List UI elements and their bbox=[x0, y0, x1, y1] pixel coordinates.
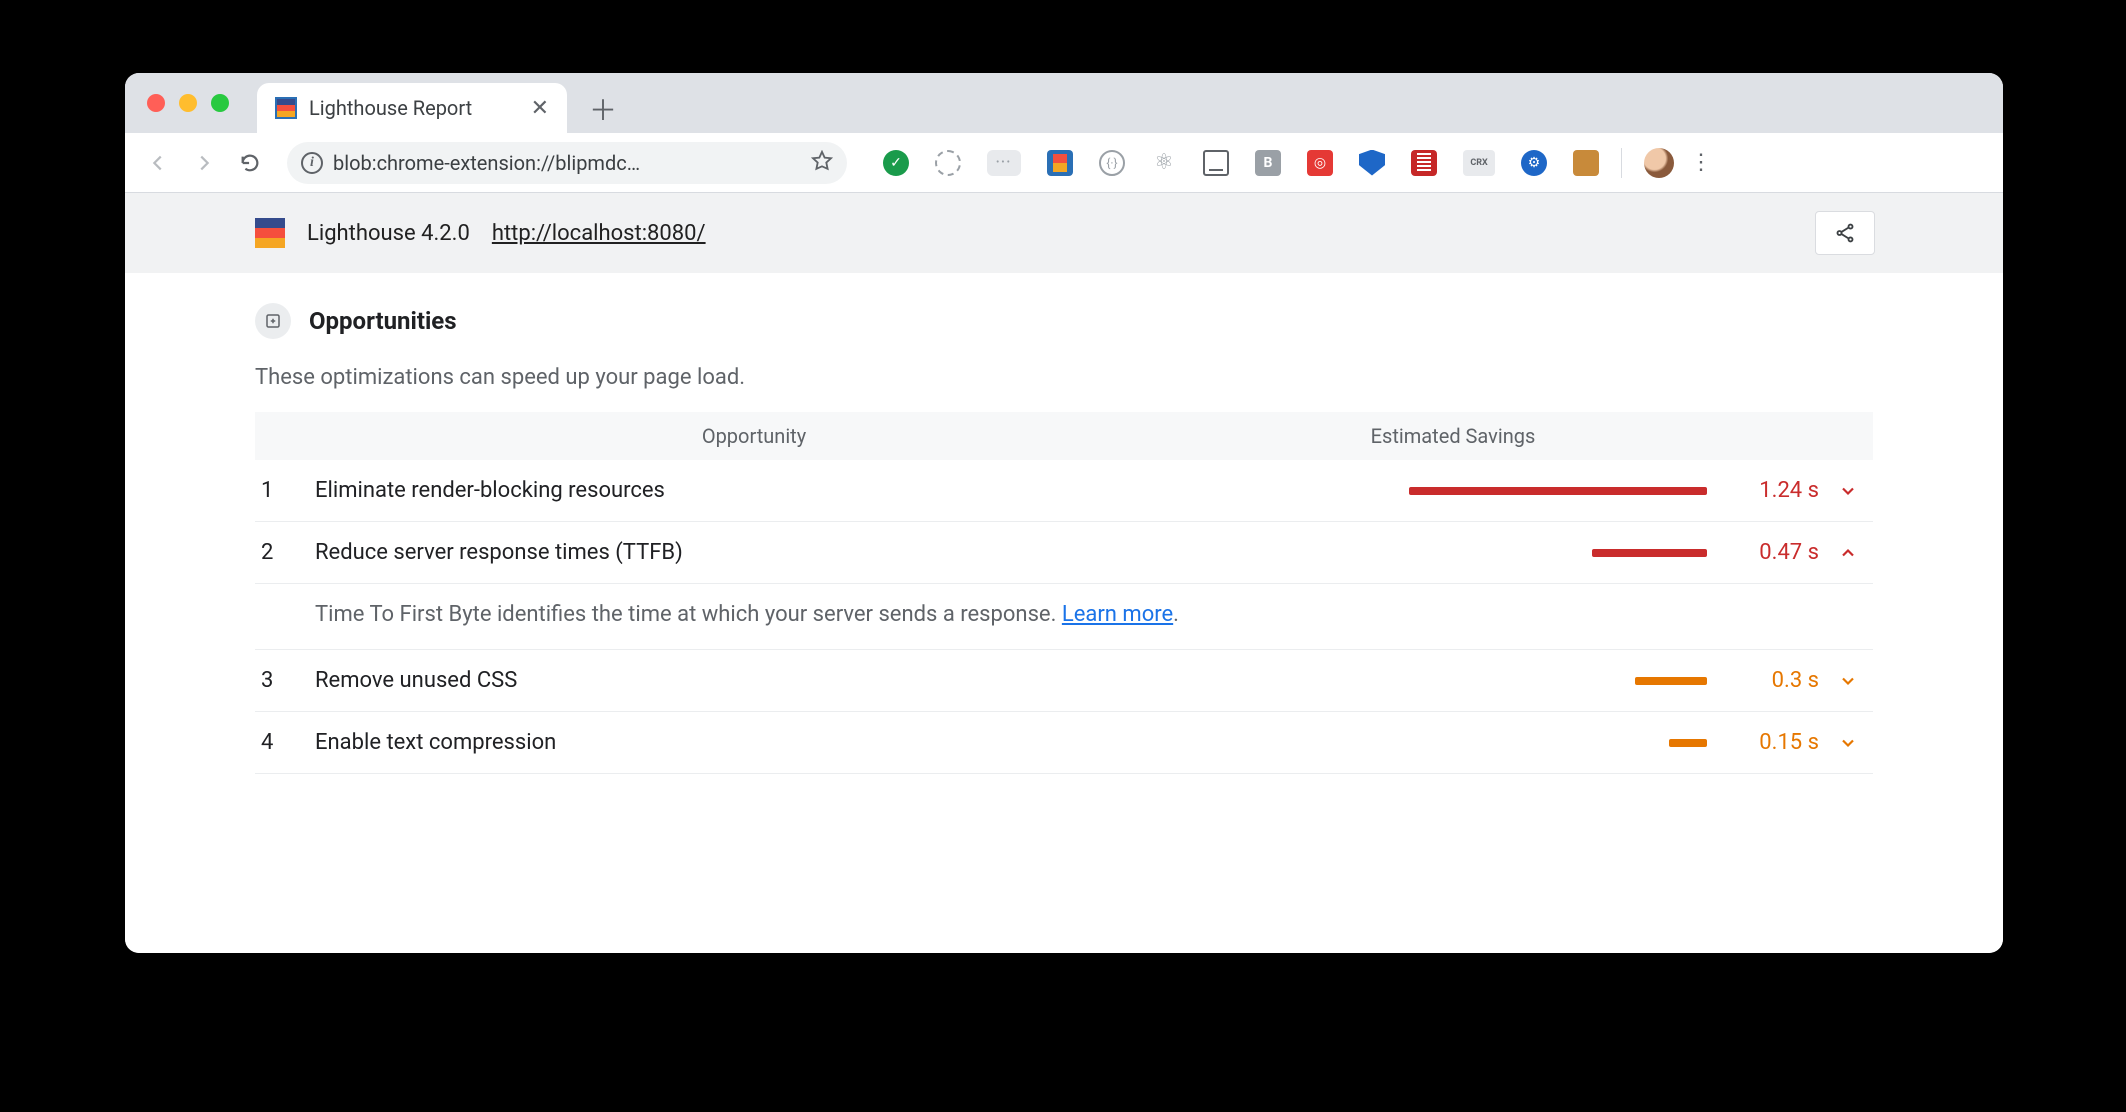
url-text: blob:chrome-extension://blipmdc… bbox=[333, 151, 801, 175]
row-index: 2 bbox=[255, 540, 315, 565]
savings-bar bbox=[1669, 739, 1707, 747]
close-window-button[interactable] bbox=[147, 94, 165, 112]
opportunity-row[interactable]: 4Enable text compression 0.15 s bbox=[255, 712, 1873, 774]
browser-toolbar: i blob:chrome-extension://blipmdc… ✓ •••… bbox=[125, 133, 2003, 193]
tab-title: Lighthouse Report bbox=[309, 96, 519, 120]
extension-icon[interactable]: {·} bbox=[1099, 150, 1125, 176]
bookmark-star-icon[interactable] bbox=[811, 150, 833, 176]
extension-icon[interactable] bbox=[1573, 150, 1599, 176]
extension-icon[interactable] bbox=[935, 150, 961, 176]
forward-button[interactable] bbox=[185, 144, 223, 182]
separator bbox=[1621, 148, 1622, 178]
extension-icon[interactable] bbox=[1047, 150, 1073, 176]
savings-bar-wrap bbox=[1193, 677, 1713, 685]
minimize-window-button[interactable] bbox=[179, 94, 197, 112]
lighthouse-logo-icon bbox=[255, 218, 285, 248]
opportunity-row[interactable]: 1Eliminate render-blocking resources 1.24… bbox=[255, 460, 1873, 522]
savings-value: 0.3 s bbox=[1713, 668, 1823, 693]
close-tab-icon[interactable]: ✕ bbox=[531, 96, 549, 121]
extensions-row: ✓ ••• {·} ⚛ B ◎ CRX ⚙ bbox=[883, 150, 1599, 176]
opportunity-name: Eliminate render-blocking resources bbox=[315, 478, 1193, 503]
savings-bar bbox=[1635, 677, 1707, 685]
row-index: 1 bbox=[255, 478, 315, 503]
chevron-down-icon[interactable] bbox=[1823, 481, 1873, 501]
chevron-down-icon[interactable] bbox=[1823, 733, 1873, 753]
opportunity-name: Reduce server response times (TTFB) bbox=[315, 540, 1193, 565]
savings-value: 0.47 s bbox=[1713, 540, 1823, 565]
fullscreen-window-button[interactable] bbox=[211, 94, 229, 112]
extension-icon[interactable]: ◎ bbox=[1307, 150, 1333, 176]
opportunity-name: Enable text compression bbox=[315, 730, 1193, 755]
lighthouse-topbar: Lighthouse 4.2.0 http://localhost:8080/ bbox=[125, 193, 2003, 273]
opportunity-row[interactable]: 3Remove unused CSS 0.3 s bbox=[255, 650, 1873, 712]
opportunities-table-header: Opportunity Estimated Savings bbox=[255, 412, 1873, 460]
site-info-icon[interactable]: i bbox=[301, 152, 323, 174]
extension-icon[interactable] bbox=[1203, 150, 1229, 176]
learn-more-link[interactable]: Learn more bbox=[1062, 602, 1173, 627]
lighthouse-version: Lighthouse 4.2.0 bbox=[307, 221, 470, 246]
opportunity-name: Remove unused CSS bbox=[315, 668, 1193, 693]
lighthouse-icon bbox=[275, 97, 297, 119]
detail-text: Time To First Byte identifies the time a… bbox=[315, 602, 1062, 627]
share-button[interactable] bbox=[1815, 211, 1875, 255]
extension-icon[interactable]: CRX bbox=[1463, 150, 1495, 176]
savings-value: 1.24 s bbox=[1713, 478, 1823, 503]
browser-tab[interactable]: Lighthouse Report ✕ bbox=[257, 83, 567, 133]
opportunities-table-body: 1Eliminate render-blocking resources 1.24… bbox=[255, 460, 1873, 774]
profile-avatar[interactable] bbox=[1644, 148, 1674, 178]
savings-bar-wrap bbox=[1193, 487, 1713, 495]
extension-icon[interactable]: ⚛ bbox=[1151, 150, 1177, 176]
extension-icon[interactable]: B bbox=[1255, 150, 1281, 176]
window-controls bbox=[125, 73, 251, 133]
extension-icon[interactable] bbox=[1359, 150, 1385, 176]
reload-button[interactable] bbox=[231, 144, 269, 182]
page-content: Lighthouse 4.2.0 http://localhost:8080/ … bbox=[125, 193, 2003, 953]
opportunities-section: Opportunities These optimizations can sp… bbox=[125, 273, 2003, 784]
column-opportunity: Opportunity bbox=[315, 424, 1193, 448]
section-header: Opportunities bbox=[255, 303, 1873, 339]
chevron-down-icon[interactable] bbox=[1823, 671, 1873, 691]
extension-icon[interactable]: ⚙ bbox=[1521, 150, 1547, 176]
savings-bar bbox=[1592, 549, 1707, 557]
savings-bar-wrap bbox=[1193, 549, 1713, 557]
address-bar[interactable]: i blob:chrome-extension://blipmdc… bbox=[287, 142, 847, 184]
opportunities-icon bbox=[255, 303, 291, 339]
extension-icon[interactable]: ✓ bbox=[883, 150, 909, 176]
savings-bar bbox=[1409, 487, 1707, 495]
tab-strip: Lighthouse Report ✕ ＋ bbox=[125, 73, 2003, 133]
section-title: Opportunities bbox=[309, 307, 457, 335]
detail-suffix: . bbox=[1173, 602, 1179, 627]
savings-value: 0.15 s bbox=[1713, 730, 1823, 755]
row-index: 3 bbox=[255, 668, 315, 693]
extension-icon[interactable]: ••• bbox=[987, 150, 1021, 176]
browser-window: Lighthouse Report ✕ ＋ i blob:chrome-exte… bbox=[125, 73, 2003, 953]
extension-icon[interactable] bbox=[1411, 150, 1437, 176]
row-index: 4 bbox=[255, 730, 315, 755]
chevron-up-icon[interactable] bbox=[1823, 543, 1873, 563]
opportunity-row[interactable]: 2Reduce server response times (TTFB) 0.47… bbox=[255, 522, 1873, 584]
savings-bar-wrap bbox=[1193, 739, 1713, 747]
back-button[interactable] bbox=[139, 144, 177, 182]
opportunity-detail: Time To First Byte identifies the time a… bbox=[255, 584, 1873, 650]
tested-url-link[interactable]: http://localhost:8080/ bbox=[492, 221, 706, 246]
section-description: These optimizations can speed up your pa… bbox=[255, 365, 1873, 390]
column-savings: Estimated Savings bbox=[1193, 424, 1713, 448]
new-tab-button[interactable]: ＋ bbox=[583, 89, 623, 129]
browser-menu-button[interactable]: ⋮ bbox=[1682, 144, 1720, 182]
